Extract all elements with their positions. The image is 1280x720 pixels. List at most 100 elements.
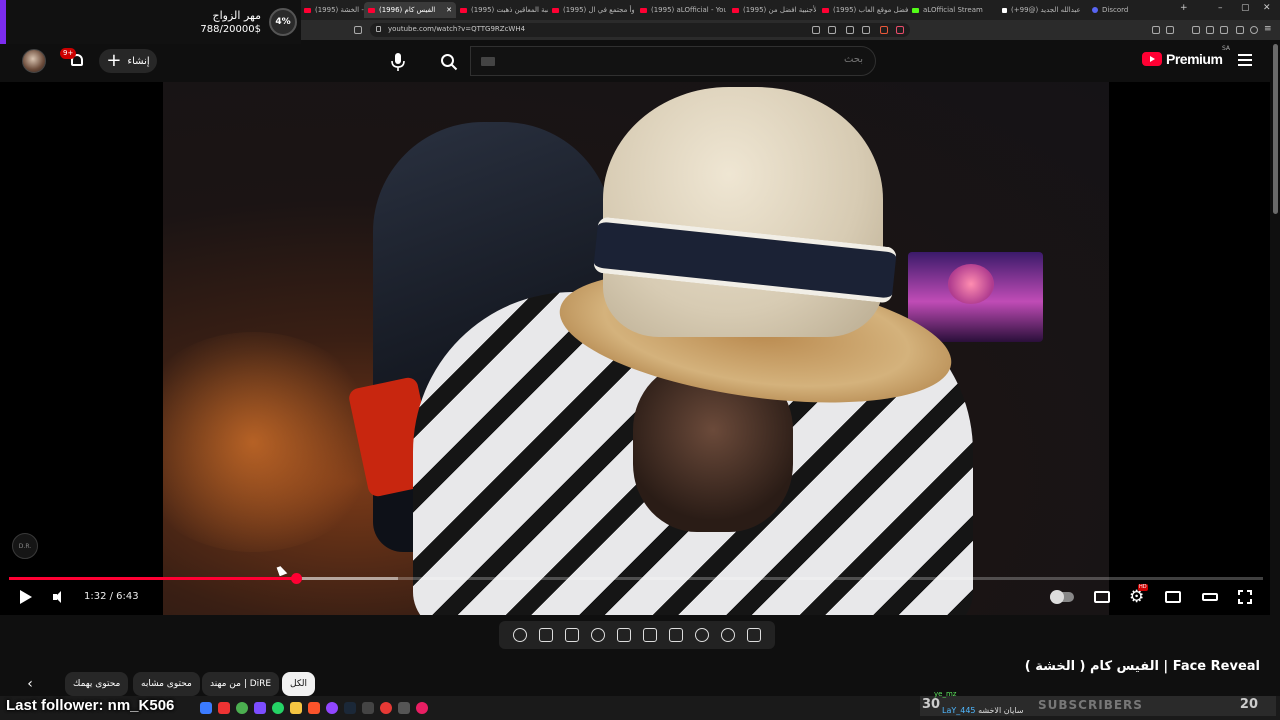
search-input[interactable] [503, 54, 863, 65]
install-icon[interactable] [812, 26, 820, 34]
zoom-icon[interactable] [846, 26, 854, 34]
app-icon[interactable] [200, 702, 212, 714]
app-icon[interactable] [326, 702, 338, 714]
search-icon [441, 54, 458, 71]
mute-button[interactable] [53, 587, 67, 607]
autoplay-icon [1050, 590, 1074, 604]
app-icon[interactable] [398, 702, 410, 714]
keyboard-icon[interactable] [481, 57, 495, 66]
media-icon[interactable] [1192, 26, 1200, 34]
time-display: 1:32 / 6:43 [84, 591, 139, 602]
minimize-icon[interactable]: – [1218, 3, 1223, 13]
maximize-icon[interactable]: ▢ [1241, 3, 1250, 13]
rewards-icon[interactable] [896, 26, 904, 34]
browser-tab[interactable]: عبدالله الجديد (@99+) [998, 2, 1088, 18]
subscriber-left-count: 30 [922, 697, 941, 712]
chip-similar[interactable]: محتوى مشابه [133, 672, 200, 696]
goal-value: 788/20000$ [200, 24, 261, 35]
browser-tab[interactable]: (1995) الأجنبية افضل من [728, 2, 816, 18]
chip-personal[interactable]: محتوى يهمك [65, 672, 129, 696]
guide-menu-icon[interactable] [1238, 54, 1252, 66]
terminal-icon[interactable] [362, 702, 374, 714]
chrome-icon[interactable] [236, 702, 248, 714]
notification-badge: 9+ [60, 48, 77, 59]
subtitles-button[interactable] [1094, 587, 1110, 607]
play-button[interactable] [20, 587, 32, 607]
view-icon[interactable] [695, 628, 709, 642]
app-icon[interactable] [218, 702, 230, 714]
browser-tab[interactable]: (1995) الخشة - YouTube [300, 2, 364, 18]
autoplay-toggle[interactable] [1050, 587, 1074, 607]
brave-icon[interactable] [308, 702, 320, 714]
bookmark-icon[interactable] [354, 26, 362, 34]
page-scrollbar[interactable] [1273, 44, 1278, 214]
browser-tab[interactable]: (1995) أسوأ مجتمع في ال [548, 2, 634, 18]
settings-button[interactable]: ⚙ HD [1129, 583, 1148, 607]
cinema-icon[interactable] [669, 628, 683, 642]
share-icon[interactable] [862, 26, 870, 34]
chip-all[interactable]: الكل [282, 672, 316, 696]
repeat-icon[interactable] [747, 628, 761, 642]
youtube-favicon-icon [822, 7, 829, 13]
browser-tab-active[interactable]: (1996) الفيس كام ✕ [364, 2, 456, 18]
goal-percent: 4% [269, 8, 297, 36]
wallet-icon[interactable] [1220, 26, 1228, 34]
chevron-left-icon[interactable]: ‹ [20, 674, 40, 694]
brave-shield-icon[interactable] [880, 26, 888, 34]
discord-favicon-icon [1092, 7, 1098, 13]
close-tab-icon[interactable]: ✕ [446, 6, 452, 14]
settings-icon[interactable] [513, 628, 527, 642]
browser-tab[interactable]: (1995) افضل موقع العاب [818, 2, 908, 18]
youtube-favicon-icon [368, 7, 375, 13]
menu-icon[interactable]: ≡ [1264, 24, 1272, 34]
extension-icon[interactable] [1166, 26, 1174, 34]
chat-message: LaY_445 سايان الاخشه [942, 706, 1023, 715]
profile-icon[interactable] [1250, 26, 1258, 34]
broadcast-icon[interactable] [721, 628, 735, 642]
search-button[interactable] [428, 48, 470, 76]
vpn-icon[interactable] [1236, 26, 1244, 34]
miniplayer-button[interactable] [1165, 587, 1181, 607]
create-label: إنشاء [127, 55, 150, 67]
notifications-button[interactable]: 9+ [60, 48, 88, 72]
background-monitor [908, 252, 1043, 342]
video-player[interactable]: D.R. 1:32 / 6:43 ⚙ HD [0, 82, 1270, 615]
create-button[interactable]: + إنشاء [99, 49, 157, 73]
youtube-favicon-icon [640, 7, 647, 13]
screenshot-icon[interactable] [539, 628, 553, 642]
chat-message-top: ye_mz [934, 690, 957, 698]
youtube-favicon-icon [460, 7, 467, 13]
crop-icon[interactable] [643, 628, 657, 642]
add-frame-icon[interactable] [565, 628, 579, 642]
voice-search-button[interactable] [382, 48, 414, 76]
loop-segment-icon[interactable] [617, 628, 631, 642]
subscribers-count: 20 [1239, 697, 1258, 712]
video-title: الفيس كام ( الخشة ) | Face Reveal [1024, 659, 1260, 674]
browser-tab[interactable]: Discord [1088, 2, 1168, 18]
extension-icon[interactable] [1152, 26, 1160, 34]
browser-tab[interactable]: (1995) لعبة المعاقين ذهبت [456, 2, 548, 18]
microphone-icon [391, 53, 405, 71]
seek-bar[interactable] [9, 573, 1263, 584]
browser-tab[interactable]: (1995) aLOfficial - YouTube [636, 2, 726, 18]
fullscreen-button[interactable] [1238, 587, 1252, 607]
browser-tab[interactable]: aLOfficial Stream [908, 2, 998, 18]
app-icon[interactable] [416, 702, 428, 714]
chat-text: سايان الاخشه [978, 706, 1024, 715]
folder-icon[interactable] [290, 702, 302, 714]
chip-channel[interactable]: من مهند | DiRE [202, 672, 280, 696]
sidebar-icon[interactable] [1206, 26, 1214, 34]
translate-icon[interactable] [828, 26, 836, 34]
obs-icon[interactable] [380, 702, 392, 714]
youtube-premium-logo[interactable]: Premium SA [1142, 45, 1230, 67]
theater-mode-button[interactable] [1202, 587, 1218, 607]
whatsapp-icon[interactable] [272, 702, 284, 714]
channel-watermark[interactable]: D.R. [12, 533, 38, 559]
new-tab-icon[interactable]: + [1180, 3, 1188, 13]
avatar[interactable] [22, 49, 46, 73]
speed-icon[interactable] [591, 628, 605, 642]
steam-icon[interactable] [344, 702, 356, 714]
youtube-favicon-icon [552, 7, 559, 13]
close-window-icon[interactable]: ✕ [1263, 3, 1271, 13]
premiere-icon[interactable] [254, 702, 266, 714]
